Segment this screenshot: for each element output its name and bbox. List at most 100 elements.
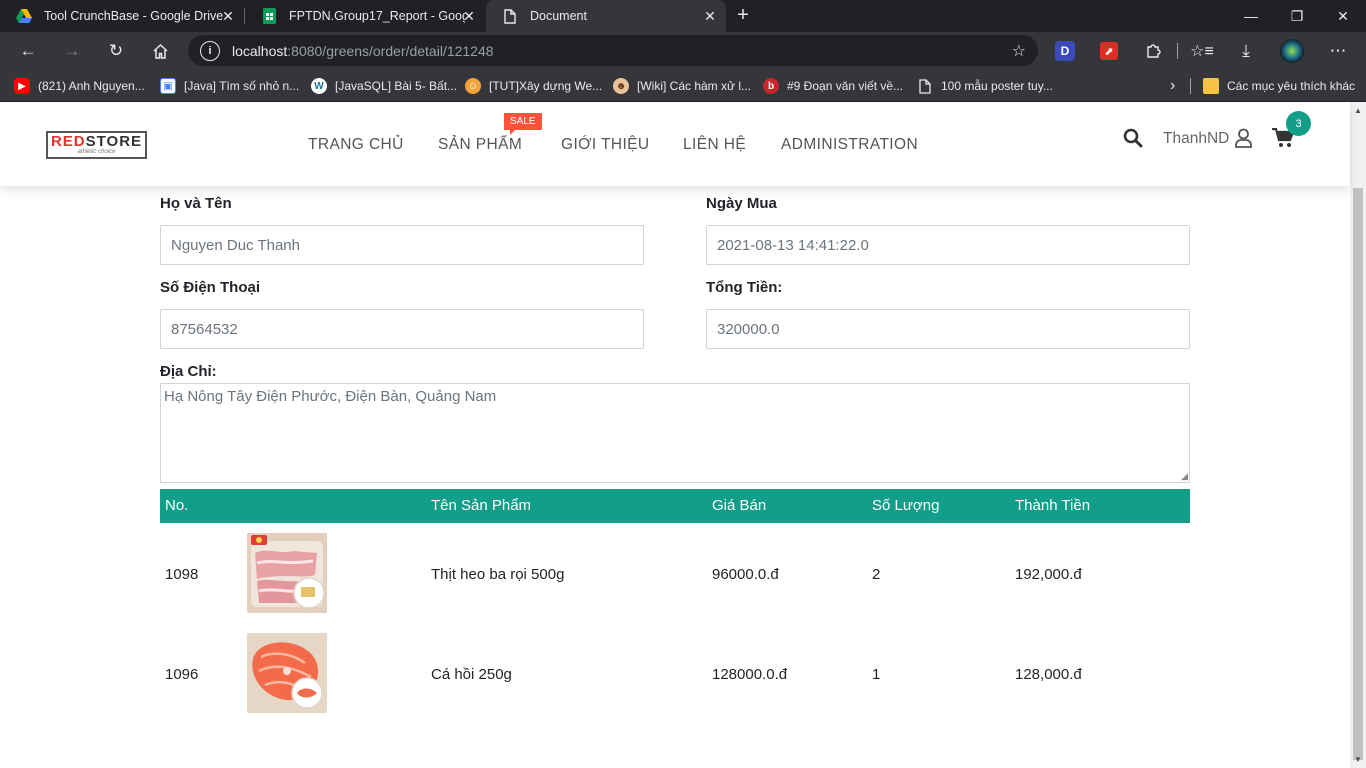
bookmark-item[interactable]: b #9 Đoạn văn viết về... — [763, 77, 903, 95]
row-subtotal: 192,000.đ — [1015, 566, 1082, 583]
name-label: Họ và Tên — [160, 195, 232, 212]
document-icon — [502, 8, 518, 24]
new-tab-button[interactable]: + — [732, 4, 754, 26]
favorites-button[interactable]: ☆≡ — [1188, 37, 1216, 65]
profile-extension-button[interactable]: D — [1051, 37, 1079, 65]
pork-belly-image — [247, 533, 327, 613]
page-scrollbar[interactable]: ▲ ▼ — [1350, 102, 1366, 768]
pdf-extension-button[interactable]: ⬈ — [1095, 37, 1123, 65]
bookmark-icon: ▣ — [160, 78, 176, 94]
profile-button[interactable] — [1278, 37, 1306, 65]
total-field[interactable]: 320000.0 — [706, 309, 1190, 349]
puzzle-icon — [1147, 44, 1161, 58]
phone-field[interactable]: 87564532 — [160, 309, 644, 349]
minimize-button[interactable]: — — [1228, 0, 1274, 32]
bookmark-label: Các mục yêu thích khác — [1227, 79, 1356, 93]
tab-document[interactable]: Document ✕ — [486, 0, 726, 32]
row-no: 1096 — [165, 666, 199, 683]
tab-title: Document — [530, 9, 587, 23]
reload-button[interactable]: ↻ — [102, 37, 130, 65]
address-bar[interactable]: i localhost:8080/greens/order/detail/121… — [188, 35, 1038, 66]
address-textarea[interactable]: Hạ Nông Tây Điện Phước, Điện Bàn, Quảng … — [160, 383, 1190, 483]
blog-icon: b — [763, 78, 779, 94]
home-icon — [152, 43, 168, 59]
close-tab-icon[interactable]: ✕ — [220, 8, 236, 24]
bookmark-item[interactable]: ▣ [Java] Tìm số nhỏ n... — [160, 77, 299, 95]
page-icon — [917, 78, 933, 94]
name-field[interactable]: Nguyen Duc Thanh — [160, 225, 644, 265]
purchase-date-field[interactable]: 2021-08-13 14:41:22.0 — [706, 225, 1190, 265]
google-sheets-icon — [261, 8, 277, 24]
favorite-star-icon[interactable]: ☆ — [1012, 41, 1026, 61]
google-drive-icon — [16, 8, 32, 24]
username: ThanhND — [1163, 130, 1230, 147]
forward-button[interactable]: → — [58, 37, 86, 65]
bookmark-item[interactable]: W [JavaSQL] Bài 5- Bất... — [311, 77, 457, 95]
scroll-down-icon[interactable]: ▼ — [1354, 755, 1362, 764]
bookmark-label: [Wiki] Các hàm xử l... — [637, 79, 752, 93]
more-icon: ⋯ — [1329, 41, 1347, 60]
nav-administration[interactable]: ADMINISTRATION — [781, 136, 918, 154]
resize-grip-icon[interactable]: ◢ — [1181, 472, 1188, 481]
extensions-button[interactable] — [1139, 37, 1167, 65]
bookmark-label: [TUT]Xây dựng We... — [489, 79, 603, 93]
browser-tab-bar: Tool CrunchBase - Google Drive ✕ FPTDN.G… — [0, 0, 1366, 32]
bookmark-label: (821) Anh Nguyen... — [38, 79, 145, 93]
scroll-up-icon[interactable]: ▲ — [1354, 106, 1362, 115]
nav-about[interactable]: GIỚI THIỆU — [561, 136, 650, 154]
row-quantity: 1 — [872, 666, 881, 683]
back-button[interactable]: ← — [14, 37, 42, 65]
row-subtotal: 128,000.đ — [1015, 666, 1082, 683]
bookmark-item[interactable]: 100 mẫu poster tuy... — [917, 77, 1053, 95]
redstore-logo[interactable]: REDSTORE athletic choice — [46, 131, 147, 159]
avatar — [1280, 39, 1304, 63]
column-subtotal: Thành Tiền — [1015, 497, 1091, 514]
cart-count-badge: 3 — [1286, 111, 1311, 136]
youtube-icon: ▶ — [14, 78, 30, 94]
close-window-button[interactable]: ✕ — [1320, 0, 1366, 32]
nav-home[interactable]: TRANG CHỦ — [308, 136, 404, 154]
toolbar-divider — [1177, 43, 1178, 59]
avatar-icon: ☻ — [613, 78, 629, 94]
scrollbar-thumb[interactable] — [1353, 188, 1363, 760]
close-tab-icon[interactable]: ✕ — [461, 8, 477, 24]
url-text: localhost:8080/greens/order/detail/12124… — [232, 42, 494, 59]
username-link[interactable]: ThanhND — [1163, 130, 1229, 148]
home-button[interactable] — [146, 37, 174, 65]
purchase-date-label: Ngày Mua — [706, 195, 777, 212]
nav-products[interactable]: SẢN PHẨM — [438, 136, 522, 154]
bookmarks-overflow-chevron-icon[interactable]: › — [1170, 77, 1175, 95]
acrobat-icon: ⬈ — [1100, 42, 1118, 60]
search-icon[interactable] — [1123, 128, 1143, 153]
bookmark-item[interactable]: ▶ (821) Anh Nguyen... — [14, 77, 145, 95]
logo-tagline: athletic choice — [77, 148, 116, 155]
bookmark-item[interactable]: ☺ [TUT]Xây dựng We... — [465, 77, 602, 95]
forum-icon: ☺ — [465, 78, 481, 94]
site-header: REDSTORE athletic choice TRANG CHỦ SẢN P… — [0, 102, 1350, 186]
order-detail-content: Họ và Tên Nguyen Duc Thanh Ngày Mua 2021… — [0, 186, 1350, 768]
bookmark-label: 100 mẫu poster tuy... — [941, 79, 1053, 93]
address-text: Hạ Nông Tây Điện Phước, Điện Bàn, Quảng … — [164, 388, 497, 405]
settings-menu-button[interactable]: ⋯ — [1324, 37, 1352, 65]
tab-google-drive[interactable]: Tool CrunchBase - Google Drive ✕ — [0, 0, 244, 32]
user-icon[interactable] — [1235, 128, 1252, 153]
logo-text-red: RED — [50, 132, 86, 150]
row-price: 96000.0.đ — [712, 566, 779, 583]
extension-d-icon: D — [1055, 41, 1075, 61]
downloads-button[interactable]: ⤓ — [1232, 37, 1260, 65]
other-bookmarks-folder[interactable]: Các mục yêu thích khác — [1203, 77, 1355, 95]
column-no: No. — [165, 497, 189, 514]
row-product-name: Thịt heo ba rọi 500g — [431, 566, 565, 583]
tab-report[interactable]: FPTDN.Group17_Report - Google ✕ — [245, 0, 485, 32]
sale-badge: SALE — [504, 113, 542, 135]
row-price: 128000.0.đ — [712, 666, 788, 683]
address-label: Địa Chỉ: — [160, 363, 217, 380]
nav-contact[interactable]: LIÊN HỆ — [683, 136, 746, 154]
site-info-icon[interactable]: i — [200, 40, 220, 61]
close-tab-icon[interactable]: ✕ — [702, 8, 718, 24]
logo-text-dark: STORE — [85, 132, 143, 150]
tab-title: FPTDN.Group17_Report - Google — [289, 9, 465, 23]
restore-button[interactable]: ❐ — [1274, 0, 1320, 32]
bookmark-item[interactable]: ☻ [Wiki] Các hàm xử l... — [613, 77, 751, 95]
bookmark-label: [Java] Tìm số nhỏ n... — [184, 79, 300, 93]
